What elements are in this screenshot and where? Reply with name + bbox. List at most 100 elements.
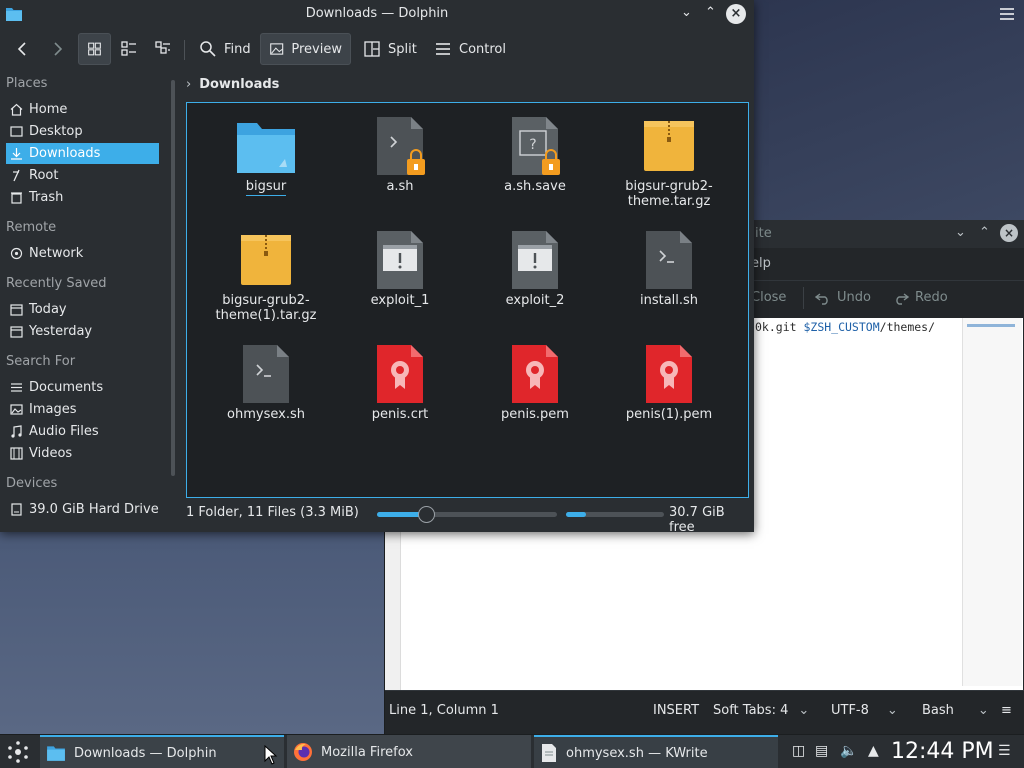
places-item-videos[interactable]: Videos — [6, 443, 159, 464]
close-document-button[interactable]: Close — [751, 290, 786, 305]
hamburger-menu-icon[interactable]: ≡ — [1001, 703, 1012, 718]
file-name: bigsur-grub2- theme(1).tar.gz — [215, 293, 317, 323]
encoding-selector[interactable]: UTF-8 ⌄ — [831, 703, 898, 718]
expand-tray-icon[interactable]: ▲ — [868, 743, 879, 759]
file-item[interactable]: bigsur-grub2- theme.tar.gz — [602, 115, 736, 209]
details-view-button[interactable] — [146, 33, 180, 65]
document-list-icon — [11, 383, 22, 392]
places-item-images[interactable]: Images — [6, 399, 159, 420]
compact-view-button[interactable] — [112, 33, 146, 65]
file-item[interactable]: bigsur-grub2- theme(1).tar.gz — [199, 229, 333, 323]
icons-view-button[interactable] — [78, 33, 111, 65]
indentation-selector[interactable]: Soft Tabs: 4 ⌄ — [713, 703, 809, 718]
hamburger-menu-icon — [436, 43, 450, 55]
places-scrollbar[interactable] — [171, 80, 175, 476]
redo-button[interactable]: Redo — [893, 290, 948, 305]
file-name: a.sh — [386, 179, 414, 194]
details-view-icon — [155, 41, 170, 54]
image-icon — [10, 404, 23, 415]
close-icon[interactable]: × — [726, 4, 746, 24]
section-recently-saved: Recently Saved — [6, 276, 107, 291]
task-dolphin[interactable]: Downloads — Dolphin — [40, 735, 284, 768]
file-item[interactable]: ? a.sh.save — [468, 115, 602, 194]
compact-view-icon — [121, 41, 136, 56]
file-item[interactable]: ohmysex.sh — [199, 343, 333, 422]
places-item-home[interactable]: Home — [6, 99, 159, 120]
places-item-hard-drive[interactable]: 39.0 GiB Hard Drive — [6, 499, 166, 520]
places-item-today[interactable]: Today — [6, 299, 159, 320]
dolphin-titlebar[interactable]: Downloads — Dolphin ⌄ ⌃ × — [0, 0, 754, 28]
desktop-menu-icon[interactable] — [1000, 8, 1014, 22]
split-label: Split — [388, 41, 417, 57]
file-item[interactable]: exploit_1 — [333, 229, 467, 308]
application-launcher-icon[interactable] — [6, 740, 30, 764]
split-button[interactable]: Split — [355, 33, 425, 65]
undo-button[interactable]: Undo — [815, 290, 871, 305]
input-mode[interactable]: INSERT — [653, 703, 699, 718]
file-item[interactable]: penis.crt — [333, 343, 467, 422]
file-name: bigsur — [245, 179, 287, 196]
executable-file-icon — [504, 229, 566, 291]
certificate-file-icon — [504, 343, 566, 405]
close-icon[interactable]: × — [1000, 224, 1018, 242]
places-item-root[interactable]: Root — [6, 165, 159, 186]
cursor-position[interactable]: Line 1, Column 1 — [389, 703, 499, 718]
file-name: penis.crt — [371, 407, 429, 422]
minimize-icon[interactable]: ⌄ — [955, 225, 966, 240]
file-item[interactable]: install.sh — [602, 229, 736, 308]
film-icon — [10, 447, 23, 460]
file-item[interactable]: penis(1).pem — [602, 343, 736, 422]
file-item[interactable]: penis.pem — [468, 343, 602, 422]
zoom-slider[interactable] — [377, 506, 557, 523]
forward-button[interactable] — [40, 33, 74, 65]
panel-options-icon[interactable]: ☰ — [998, 743, 1011, 759]
find-button[interactable]: Find — [191, 33, 259, 65]
places-item-label: Today — [29, 302, 67, 317]
maximize-icon[interactable]: ⌃ — [705, 5, 716, 20]
archive-file-icon — [235, 229, 297, 291]
breadcrumb[interactable]: › Downloads — [186, 72, 279, 96]
task-firefox[interactable]: Mozilla Firefox — [287, 735, 531, 768]
firefox-icon — [294, 743, 312, 761]
editor-minimap[interactable] — [962, 318, 1022, 686]
usb-device-icon[interactable]: ◫ — [792, 743, 805, 759]
undo-label: Undo — [837, 290, 871, 305]
chevron-right-icon[interactable]: › — [186, 77, 191, 92]
file-view[interactable]: bigsur a.sh ? a.sh.save bigsur-grub2- theme.… — [186, 102, 749, 498]
back-button[interactable] — [6, 33, 40, 65]
clipboard-icon[interactable]: ▤ — [815, 743, 828, 759]
places-item-desktop[interactable]: Desktop — [6, 121, 159, 142]
folder-app-icon — [47, 746, 65, 761]
file-item[interactable]: a.sh — [333, 115, 467, 194]
executable-file-icon — [369, 229, 431, 291]
file-item[interactable]: bigsur — [199, 115, 333, 196]
file-item[interactable]: exploit_2 — [468, 229, 602, 308]
places-item-yesterday[interactable]: Yesterday — [6, 321, 159, 342]
breadcrumb-downloads[interactable]: Downloads — [199, 77, 279, 92]
dolphin-toolbar: Find Preview Split Control — [0, 28, 754, 70]
volume-icon[interactable]: 🔈 — [840, 743, 857, 759]
places-item-documents[interactable]: Documents — [6, 377, 159, 398]
places-item-audio[interactable]: Audio Files — [6, 421, 159, 442]
minimize-icon[interactable]: ⌄ — [681, 5, 692, 20]
places-item-trash[interactable]: Trash — [6, 187, 159, 208]
syntax-selector[interactable]: Bash ⌄ — [922, 703, 989, 718]
file-name: exploit_1 — [370, 293, 430, 308]
search-icon — [200, 41, 216, 57]
places-item-downloads[interactable]: Downloads — [6, 143, 159, 164]
file-name: install.sh — [639, 293, 699, 308]
disk-space-fill — [566, 512, 586, 517]
task-kwrite[interactable]: ohmysex.sh — KWrite — [534, 735, 778, 768]
maximize-icon[interactable]: ⌃ — [979, 225, 990, 240]
archive-file-icon — [638, 115, 700, 177]
control-menu-button[interactable]: Control — [426, 33, 514, 65]
clock[interactable]: 12:44 PM — [891, 739, 994, 764]
places-item-label: Home — [29, 102, 68, 117]
toolbar-separator — [184, 40, 185, 60]
preview-button[interactable]: Preview — [260, 33, 351, 65]
places-item-network[interactable]: Network — [6, 243, 159, 264]
zoom-slider-handle[interactable] — [417, 506, 435, 523]
mouse-cursor-icon — [264, 745, 278, 765]
file-name: bigsur-grub2- theme.tar.gz — [625, 179, 713, 209]
editor-line-1: 0k.git $ZSH_CUSTOM/themes/ — [755, 320, 936, 334]
